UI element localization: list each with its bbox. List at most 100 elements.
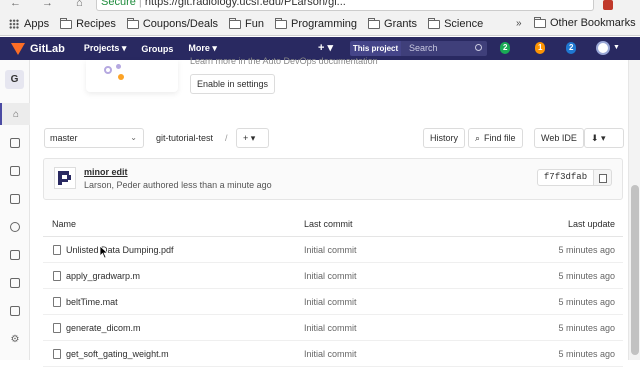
author-avatar[interactable]	[54, 167, 76, 189]
bookmark-coupons[interactable]: Coupons/Deals	[126, 17, 218, 30]
bookmark-apps[interactable]: Apps	[9, 18, 49, 30]
nav-groups[interactable]: Groups	[141, 44, 173, 54]
user-avatar[interactable]	[596, 41, 610, 55]
search-scope-label: This project	[350, 41, 401, 56]
project-sidebar: G ⌂ ⚙	[0, 60, 30, 360]
table-row[interactable]: generate_dicom.m Initial commit 5 minute…	[43, 315, 623, 341]
home-icon[interactable]: ⌂	[76, 0, 83, 9]
sidebar-item-repository[interactable]	[0, 132, 30, 154]
chevron-down-icon: ⌄	[130, 133, 137, 142]
file-commit[interactable]: Initial commit	[304, 323, 357, 333]
commit-title[interactable]: minor edit	[84, 167, 128, 177]
file-commit[interactable]: Initial commit	[304, 245, 357, 255]
file-icon	[53, 297, 61, 307]
bookmark-other[interactable]: Other Bookmarks	[534, 16, 636, 29]
file-icon	[53, 271, 61, 281]
file-icon	[53, 349, 61, 359]
table-row[interactable]: beltTime.mat Initial commit 5 minutes ag…	[43, 289, 623, 315]
sidebar-item-merge-requests[interactable]	[0, 188, 30, 210]
nav-more[interactable]: More ▾	[188, 43, 217, 54]
folder-icon	[126, 17, 139, 29]
file-updated: 5 minutes ago	[558, 297, 615, 307]
gitlab-logo-icon[interactable]	[11, 42, 25, 55]
devops-dot-icon	[116, 64, 121, 69]
sidebar-item-snippets[interactable]	[0, 300, 30, 322]
file-commit[interactable]: Initial commit	[304, 349, 357, 359]
bookmark-programming[interactable]: Programming	[275, 17, 357, 30]
commit-sha[interactable]: f7f3dfab	[537, 169, 594, 186]
cloud-icon	[10, 250, 20, 260]
file-name[interactable]: apply_gradwarp.m	[66, 271, 140, 281]
web-ide-button[interactable]: Web IDE	[534, 128, 584, 148]
file-commit[interactable]: Initial commit	[304, 271, 357, 281]
search-icon: ⌕	[475, 132, 481, 143]
page-scrollbar[interactable]	[628, 60, 640, 360]
add-file-dropdown[interactable]: + ▾	[236, 128, 269, 148]
sidebar-item-settings[interactable]: ⚙	[0, 328, 30, 350]
commit-meta: Larson, Peder authored less than a minut…	[84, 180, 272, 190]
extension-icon[interactable]	[603, 0, 613, 10]
file-updated: 5 minutes ago	[558, 323, 615, 333]
last-commit-panel: minor edit Larson, Peder authored less t…	[43, 158, 623, 200]
merge-requests-badge[interactable]: 1	[535, 42, 546, 54]
table-row[interactable]: apply_gradwarp.m Initial commit 5 minute…	[43, 263, 623, 289]
column-last-commit: Last commit	[304, 219, 353, 229]
project-avatar[interactable]: G	[5, 70, 24, 89]
home-icon: ⌂	[12, 108, 20, 120]
column-last-update: Last update	[567, 219, 615, 229]
nav-projects[interactable]: Projects ▾	[84, 43, 127, 54]
forward-icon[interactable]: →	[42, 0, 53, 9]
file-name[interactable]: beltTime.mat	[66, 297, 118, 307]
sidebar-item-project[interactable]: ⌂	[0, 103, 30, 125]
bookmark-grants[interactable]: Grants	[368, 17, 417, 30]
search-placeholder: Search	[409, 43, 438, 53]
folder-icon	[275, 17, 288, 29]
sidebar-item-wiki[interactable]	[0, 272, 30, 294]
mouse-cursor-icon	[99, 245, 109, 259]
browser-address-bar: ← → ⌂ Secure | https://git.radiology.ucs…	[0, 0, 640, 13]
bookmark-fun[interactable]: Fun	[229, 17, 264, 30]
branch-select[interactable]: master ⌄	[44, 128, 144, 148]
breadcrumb-project[interactable]: git-tutorial-test	[156, 133, 213, 143]
devops-dot-icon	[104, 66, 112, 74]
sidebar-item-operations[interactable]	[0, 244, 30, 266]
auto-devops-illustration	[86, 60, 178, 92]
sidebar-item-issues[interactable]	[0, 160, 30, 182]
file-icon	[53, 245, 61, 255]
clone-dropdown[interactable]: ⬇ ▾	[584, 128, 624, 148]
apps-grid-icon	[9, 19, 19, 29]
bookmark-recipes[interactable]: Recipes	[60, 17, 116, 30]
file-name[interactable]: generate_dicom.m	[66, 323, 141, 333]
secure-label: Secure	[101, 0, 136, 8]
search-input[interactable]: Search	[401, 41, 487, 56]
table-row[interactable]: Unlisted Data Dumping.pdf Initial commit…	[43, 237, 623, 263]
history-button[interactable]: History	[423, 128, 466, 148]
enable-in-settings-button[interactable]: Enable in settings	[190, 74, 276, 94]
auto-devops-learn-more[interactable]: Learn more in the Auto DevOps documentat…	[190, 56, 378, 66]
gitlab-brand[interactable]: GitLab	[30, 43, 65, 55]
sidebar-item-ci-cd[interactable]	[0, 216, 30, 238]
new-dropdown-button[interactable]: + ▾	[318, 41, 333, 54]
chevron-down-icon[interactable]: ▼	[613, 44, 620, 51]
file-icon	[10, 138, 20, 148]
todos-badge[interactable]: 2	[566, 42, 577, 54]
issues-badge[interactable]: 2	[500, 42, 511, 54]
url-field[interactable]: Secure | https://git.radiology.ucsf.edu/…	[96, 0, 594, 11]
table-row[interactable]: get_soft_gating_weight.m Initial commit …	[43, 341, 623, 367]
folder-icon	[428, 17, 441, 29]
find-file-button[interactable]: ⌕ Find file	[468, 128, 523, 148]
url-text: https://git.radiology.ucsf.edu/PLarson/g…	[144, 0, 346, 8]
copy-sha-button[interactable]	[594, 169, 612, 186]
column-name: Name	[52, 219, 77, 229]
file-name[interactable]: Unlisted Data Dumping.pdf	[66, 245, 174, 255]
file-name[interactable]: get_soft_gating_weight.m	[66, 349, 169, 359]
settings-icon: ⚙	[10, 333, 20, 345]
bookmarks-overflow-button[interactable]: »	[516, 18, 522, 29]
branch-name: master	[50, 133, 78, 143]
file-commit[interactable]: Initial commit	[304, 297, 357, 307]
bookmark-science[interactable]: Science	[428, 17, 483, 30]
scrollbar-thumb[interactable]	[631, 185, 639, 355]
file-updated: 5 minutes ago	[558, 245, 615, 255]
breadcrumb-separator: /	[225, 133, 228, 143]
back-icon[interactable]: ←	[10, 0, 21, 9]
